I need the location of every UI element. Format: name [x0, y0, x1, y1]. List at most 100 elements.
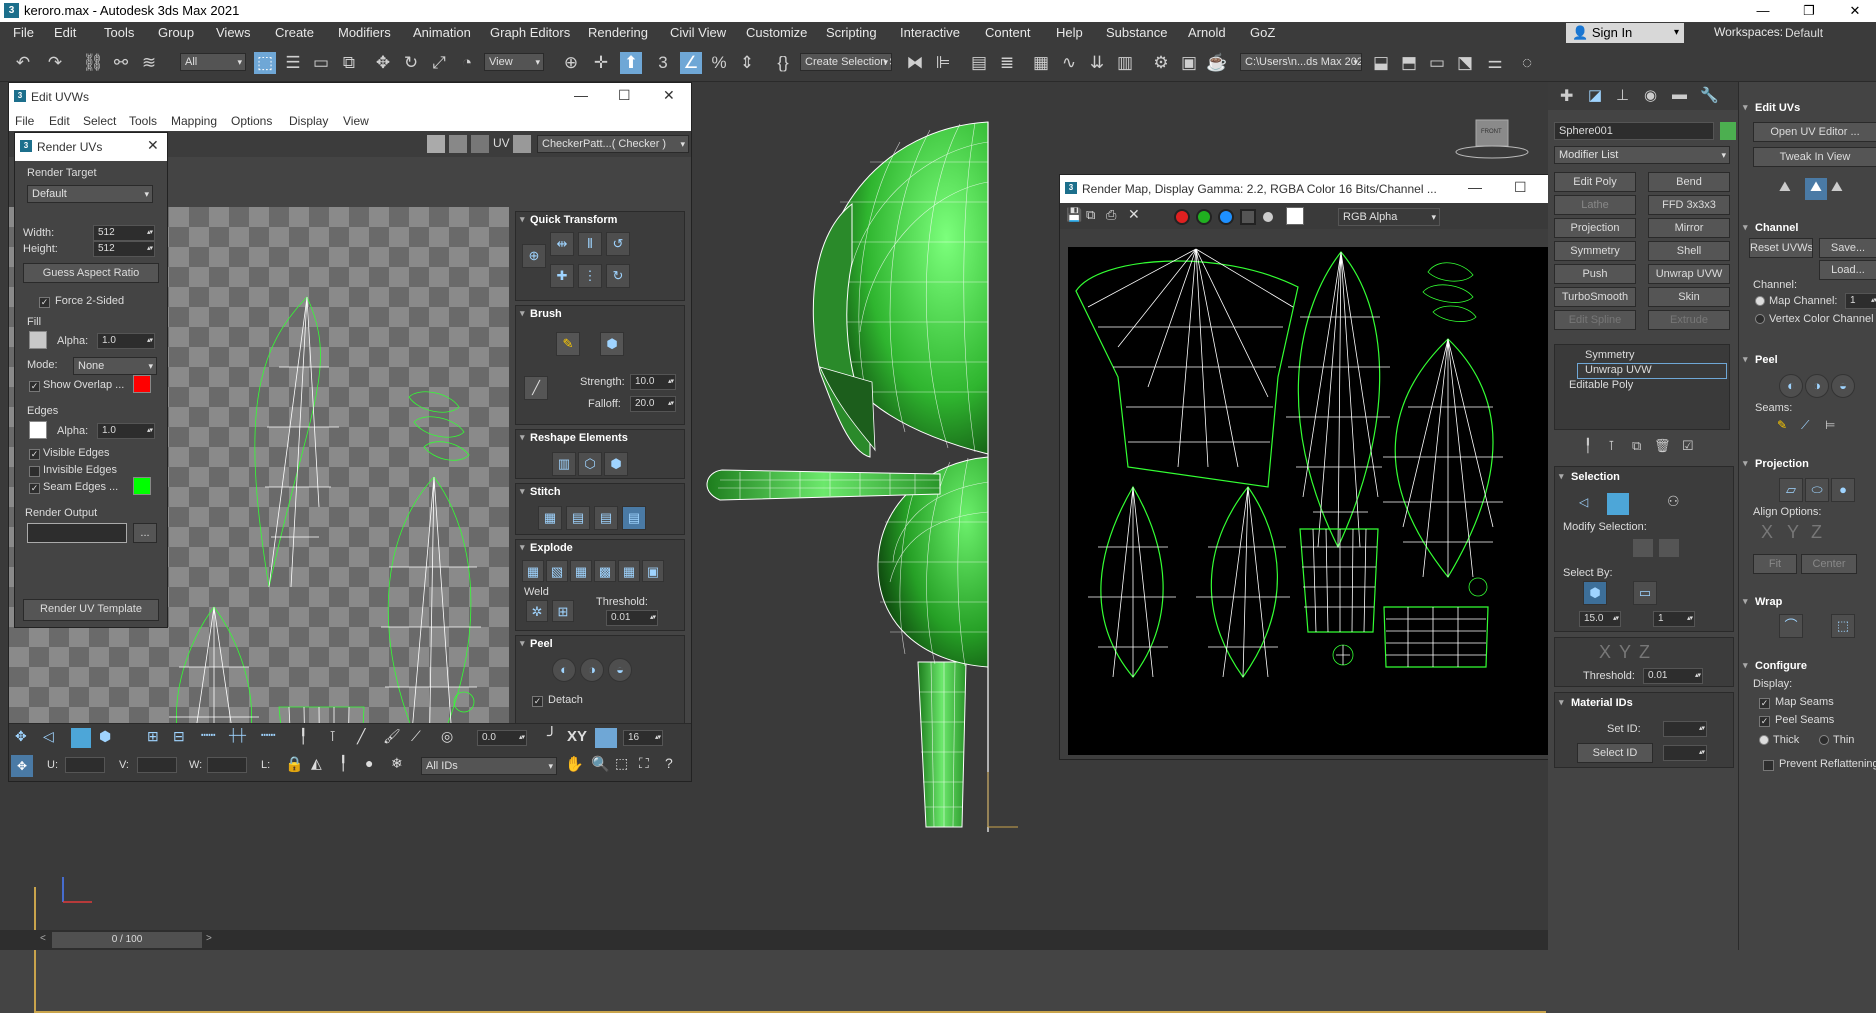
maximize-button[interactable]: ❐ [1786, 0, 1832, 22]
layout-icon-2[interactable]: ▭ [1426, 52, 1448, 74]
lock-icon[interactable]: 🔒 [285, 755, 304, 773]
sign-in-dropdown[interactable]: 👤 Sign In ▾ [1566, 23, 1684, 43]
invisible-edges-checkbox[interactable] [29, 466, 40, 477]
rendered-frame-window-icon[interactable]: ▣ [1178, 52, 1200, 74]
select-element-icon[interactable]: ⬢ [99, 728, 111, 745]
seam-edges-checkbox[interactable]: ✓ [29, 483, 40, 494]
u-field[interactable] [65, 757, 105, 773]
weld-icon-1[interactable]: ✲ [526, 600, 548, 622]
select-vertex-icon[interactable]: ◁ [43, 728, 54, 745]
menu-tools[interactable]: Tools [104, 25, 134, 40]
link-icon[interactable]: ⛓ [82, 52, 104, 74]
menu-help[interactable]: Help [1056, 25, 1083, 40]
selection-filter-dropdown[interactable]: All [180, 53, 246, 71]
open-uv-editor-button[interactable]: Open UV Editor ... [1753, 122, 1876, 142]
lathe-button[interactable]: Lathe [1554, 195, 1636, 215]
menu-group[interactable]: Group [158, 25, 194, 40]
checker-icon[interactable] [427, 135, 445, 153]
edit-spline-button[interactable]: Edit Spline [1554, 310, 1636, 330]
rotate-icon[interactable]: ↻ [400, 52, 422, 74]
peel-header[interactable]: Peel [1743, 354, 1778, 366]
schematic-view-icon[interactable]: ⇊ [1086, 52, 1108, 74]
planar-map-icon[interactable]: ▱ [1779, 478, 1803, 502]
loop-icon[interactable]: ┅┅ [201, 728, 215, 742]
render-uv-template-button[interactable]: Render UV Template [23, 599, 159, 621]
edit-uvs-header[interactable]: Edit UVs [1743, 102, 1800, 114]
point-to-point-seams-icon[interactable]: ⟋ [1801, 418, 1809, 433]
menu-goz[interactable]: GoZ [1250, 25, 1275, 40]
height-spinner[interactable]: 512 [93, 241, 155, 257]
w-field[interactable] [207, 757, 247, 773]
transform-icon[interactable]: ✥ [11, 755, 33, 777]
load-button[interactable]: Load... [1819, 260, 1876, 280]
time-slider-thumb[interactable]: 0 / 100 [52, 932, 202, 948]
straighten-icon[interactable]: ▥ [552, 452, 576, 476]
weld-icon-2[interactable]: ⊞ [552, 600, 574, 622]
map-icon[interactable] [471, 135, 489, 153]
quick-transform-header[interactable]: Quick Transform [516, 214, 684, 230]
scale-icon[interactable]: ⤢ [428, 52, 450, 74]
place-icon[interactable]: ◔ [456, 52, 478, 74]
turbosmooth-button[interactable]: TurboSmooth [1554, 287, 1636, 307]
display-tab-icon[interactable]: ▬ [1672, 86, 1687, 103]
freeze-icon[interactable]: ● [365, 755, 373, 771]
object-color-swatch[interactable] [1720, 122, 1736, 140]
edge-select-icon[interactable]: ◁ [1579, 495, 1588, 509]
blue-channel-toggle[interactable] [1218, 209, 1234, 225]
menu-rendering[interactable]: Rendering [588, 25, 648, 40]
hide-icon[interactable]: ◭ [311, 755, 322, 772]
projection-header[interactable]: Projection [1743, 458, 1809, 470]
toggle-scene-explorer-icon[interactable]: ▤ [968, 52, 990, 74]
element-select-icon[interactable]: ⚇ [1667, 493, 1680, 510]
explode-header[interactable]: Explode [516, 542, 684, 558]
mono-toggle[interactable] [1263, 212, 1273, 222]
align-vertical-icon[interactable]: ⦀ [578, 232, 602, 256]
edit-named-selection-icon[interactable]: {} [772, 52, 794, 74]
close-button[interactable]: ✕ [1832, 0, 1876, 22]
minimize-button[interactable]: — [1740, 0, 1786, 22]
stack-item-symmetry[interactable]: Symmetry [1585, 349, 1635, 361]
unwrap-uvw-button[interactable]: Unwrap UVW [1648, 264, 1730, 284]
xy-toggle[interactable]: XY [567, 728, 587, 745]
bind-space-warp-icon[interactable]: ≋ [138, 52, 160, 74]
close-button[interactable]: ✕ [663, 87, 675, 104]
face-select-icon[interactable] [1607, 493, 1629, 515]
display-channel-dropdown[interactable]: RGB Alpha [1338, 208, 1440, 226]
fill-mode-dropdown[interactable]: None [73, 357, 157, 375]
pan-icon[interactable]: ✋ [565, 755, 584, 773]
minimize-button[interactable]: — [574, 87, 588, 103]
pin-select-icon[interactable]: ⊺ [329, 728, 336, 745]
align-horizontal-icon[interactable]: ⇹ [550, 232, 574, 256]
brush-icon[interactable]: ✎ [556, 332, 580, 356]
quick-peel-icon[interactable]: ◐ [1779, 374, 1803, 398]
material-editor-icon[interactable]: ▥ [1114, 52, 1136, 74]
layer-explorer-icon[interactable]: ≣ [996, 52, 1018, 74]
brush-stroke-icon[interactable]: ╱ [524, 376, 548, 400]
ring-icon[interactable] [1659, 539, 1679, 557]
weld-threshold-spinner[interactable]: 0.01 [606, 610, 658, 626]
menu-graph-editors[interactable]: Graph Editors [490, 25, 570, 40]
falloff-spinner[interactable]: 20.0 [630, 396, 676, 412]
stitch-icon-2[interactable]: ▤ [566, 506, 590, 530]
menu-civil-view[interactable]: Civil View [670, 25, 726, 40]
unfold-strip-icon[interactable]: ⬚ [1831, 614, 1855, 638]
hierarchy-tab-icon[interactable]: ⊥ [1616, 86, 1629, 104]
split-icon[interactable]: ⛰ [1779, 178, 1801, 200]
background-color-swatch[interactable] [1286, 207, 1304, 225]
browse-button[interactable]: ... [133, 523, 157, 543]
force-2-sided-checkbox[interactable]: ✓ [39, 297, 50, 308]
menu-content[interactable]: Content [985, 25, 1031, 40]
reset-peel-icon[interactable]: ◒ [1831, 374, 1855, 398]
grid-snap-icon[interactable] [595, 728, 617, 748]
render-production-icon[interactable]: ☕ [1206, 52, 1228, 74]
cube-icon[interactable]: ⬢ [604, 452, 628, 476]
select-manipulate-icon[interactable]: ✛ [590, 52, 612, 74]
show-overlap-checkbox[interactable]: ✓ [29, 381, 40, 392]
zoom-region-icon[interactable]: ⬚ [615, 755, 628, 772]
guess-aspect-ratio-button[interactable]: Guess Aspect Ratio [23, 263, 159, 283]
align-x-button[interactable]: X [1761, 522, 1773, 543]
copy-icon[interactable]: ⧉ [1086, 207, 1095, 223]
peel-lscm-icon[interactable]: ◒ [608, 658, 632, 682]
red-channel-toggle[interactable] [1174, 209, 1190, 225]
maximize-button[interactable]: ☐ [618, 87, 631, 104]
